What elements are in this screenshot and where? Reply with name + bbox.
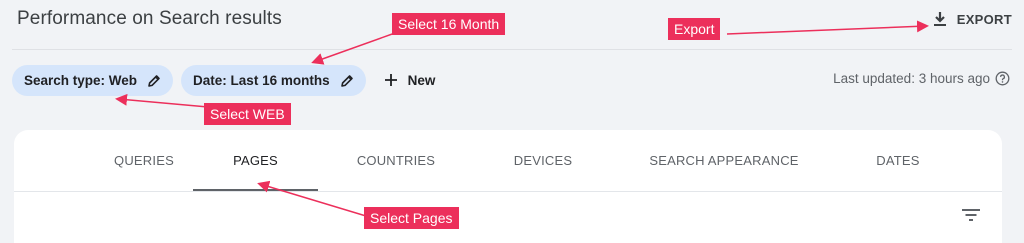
export-button[interactable]: EXPORT (932, 8, 1012, 30)
tab-pages[interactable]: PAGES (193, 130, 318, 191)
last-updated-text: Last updated: 3 hours ago (833, 71, 990, 86)
new-filter-button[interactable]: New (384, 72, 436, 88)
date-range-chip-label: Date: Last 16 months (193, 72, 330, 88)
report-card: QUERIES PAGES COUNTRIES DEVICES SEARCH A… (14, 130, 1002, 243)
page-title: Performance on Search results (17, 8, 282, 29)
filter-bar: Search type: Web Date: Last 16 months Ne… (12, 64, 435, 96)
arrow-to-search-type (115, 93, 209, 108)
export-label: EXPORT (956, 11, 1012, 27)
filter-icon[interactable] (962, 209, 980, 221)
tab-devices[interactable]: DEVICES (483, 130, 603, 191)
pencil-icon (148, 74, 160, 87)
search-type-chip-label: Search type: Web (24, 72, 138, 88)
annotation-select-pages: Select Pages (364, 207, 459, 229)
tab-search-appearance[interactable]: SEARCH APPEARANCE (634, 130, 814, 191)
new-filter-label: New (407, 72, 436, 88)
active-tab-indicator (193, 189, 318, 191)
help-icon[interactable] (995, 71, 1010, 86)
header-divider (12, 49, 1012, 50)
annotation-select-16-month: Select 16 Month (392, 13, 506, 35)
tab-countries-label: COUNTRIES (356, 153, 436, 168)
tab-queries-label: QUERIES (114, 153, 174, 168)
date-range-chip[interactable]: Date: Last 16 months (181, 64, 366, 96)
download-icon (933, 12, 946, 26)
tab-queries[interactable]: QUERIES (84, 130, 204, 191)
page-header: Performance on Search results EXPORT (0, 0, 1024, 50)
tab-pages-label: PAGES (233, 153, 278, 168)
pencil-icon (340, 74, 353, 87)
search-type-chip[interactable]: Search type: Web (12, 64, 174, 96)
annotation-export: Export (668, 18, 721, 40)
last-updated-status: Last updated: 3 hours ago (833, 71, 1010, 86)
tab-devices-label: DEVICES (513, 153, 573, 168)
annotation-select-web: Select WEB (204, 103, 291, 125)
tab-countries[interactable]: COUNTRIES (336, 130, 456, 191)
tab-dates-label: DATES (876, 153, 920, 168)
tab-search-appearance-label: SEARCH APPEARANCE (649, 153, 799, 168)
dimension-tabs: QUERIES PAGES COUNTRIES DEVICES SEARCH A… (14, 130, 1002, 192)
plus-icon (384, 74, 397, 86)
tab-dates[interactable]: DATES (838, 130, 958, 191)
